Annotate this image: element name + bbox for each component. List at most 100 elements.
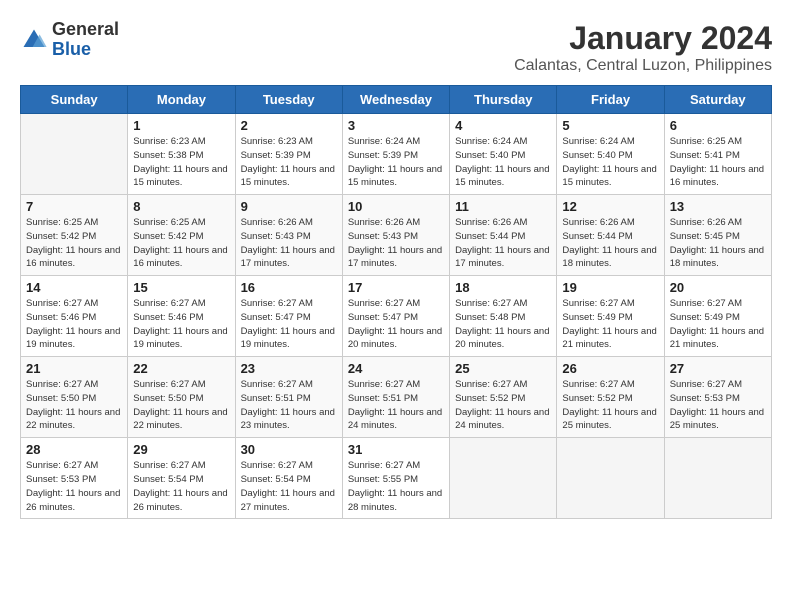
day-info: Sunrise: 6:26 AM Sunset: 5:45 PM Dayligh…	[670, 216, 766, 271]
day-info: Sunrise: 6:26 AM Sunset: 5:43 PM Dayligh…	[348, 216, 444, 271]
daylight-text: Daylight: 11 hours and 22 minutes.	[26, 407, 120, 432]
sunrise-text: Sunrise: 6:27 AM	[348, 379, 420, 390]
weekday-header: Thursday	[450, 86, 557, 114]
sunrise-text: Sunrise: 6:24 AM	[455, 136, 527, 147]
daylight-text: Daylight: 11 hours and 15 minutes.	[562, 164, 656, 189]
day-number: 29	[133, 442, 229, 457]
calendar-cell: 5 Sunrise: 6:24 AM Sunset: 5:40 PM Dayli…	[557, 114, 664, 195]
sunrise-text: Sunrise: 6:27 AM	[133, 460, 205, 471]
sunset-text: Sunset: 5:53 PM	[26, 474, 96, 485]
sunrise-text: Sunrise: 6:27 AM	[133, 379, 205, 390]
day-info: Sunrise: 6:27 AM Sunset: 5:47 PM Dayligh…	[241, 297, 337, 352]
day-number: 6	[670, 118, 766, 133]
calendar-cell: 24 Sunrise: 6:27 AM Sunset: 5:51 PM Dayl…	[342, 357, 449, 438]
day-number: 26	[562, 361, 658, 376]
day-info: Sunrise: 6:27 AM Sunset: 5:54 PM Dayligh…	[133, 459, 229, 514]
daylight-text: Daylight: 11 hours and 20 minutes.	[455, 326, 549, 351]
sunset-text: Sunset: 5:39 PM	[241, 150, 311, 161]
sunrise-text: Sunrise: 6:27 AM	[455, 379, 527, 390]
day-info: Sunrise: 6:27 AM Sunset: 5:53 PM Dayligh…	[670, 378, 766, 433]
calendar-cell: 10 Sunrise: 6:26 AM Sunset: 5:43 PM Dayl…	[342, 195, 449, 276]
day-info: Sunrise: 6:27 AM Sunset: 5:50 PM Dayligh…	[133, 378, 229, 433]
weekday-header: Wednesday	[342, 86, 449, 114]
sunset-text: Sunset: 5:49 PM	[562, 312, 632, 323]
weekday-header: Saturday	[664, 86, 771, 114]
day-info: Sunrise: 6:27 AM Sunset: 5:52 PM Dayligh…	[562, 378, 658, 433]
sunset-text: Sunset: 5:41 PM	[670, 150, 740, 161]
daylight-text: Daylight: 11 hours and 16 minutes.	[670, 164, 764, 189]
calendar-cell: 28 Sunrise: 6:27 AM Sunset: 5:53 PM Dayl…	[21, 438, 128, 519]
day-number: 23	[241, 361, 337, 376]
sunset-text: Sunset: 5:45 PM	[670, 231, 740, 242]
calendar-week-row: 1 Sunrise: 6:23 AM Sunset: 5:38 PM Dayli…	[21, 114, 772, 195]
sunrise-text: Sunrise: 6:27 AM	[455, 298, 527, 309]
logo-text: General Blue	[52, 20, 119, 60]
calendar-cell: 7 Sunrise: 6:25 AM Sunset: 5:42 PM Dayli…	[21, 195, 128, 276]
sunrise-text: Sunrise: 6:27 AM	[241, 460, 313, 471]
day-info: Sunrise: 6:25 AM Sunset: 5:42 PM Dayligh…	[133, 216, 229, 271]
calendar-cell: 31 Sunrise: 6:27 AM Sunset: 5:55 PM Dayl…	[342, 438, 449, 519]
sunrise-text: Sunrise: 6:23 AM	[133, 136, 205, 147]
daylight-text: Daylight: 11 hours and 15 minutes.	[455, 164, 549, 189]
day-info: Sunrise: 6:27 AM Sunset: 5:51 PM Dayligh…	[241, 378, 337, 433]
day-number: 17	[348, 280, 444, 295]
calendar-cell: 13 Sunrise: 6:26 AM Sunset: 5:45 PM Dayl…	[664, 195, 771, 276]
calendar-cell	[557, 438, 664, 519]
calendar-cell: 14 Sunrise: 6:27 AM Sunset: 5:46 PM Dayl…	[21, 276, 128, 357]
day-info: Sunrise: 6:26 AM Sunset: 5:44 PM Dayligh…	[562, 216, 658, 271]
day-info: Sunrise: 6:27 AM Sunset: 5:46 PM Dayligh…	[26, 297, 122, 352]
day-info: Sunrise: 6:27 AM Sunset: 5:53 PM Dayligh…	[26, 459, 122, 514]
sunset-text: Sunset: 5:52 PM	[562, 393, 632, 404]
calendar-cell: 20 Sunrise: 6:27 AM Sunset: 5:49 PM Dayl…	[664, 276, 771, 357]
daylight-text: Daylight: 11 hours and 18 minutes.	[670, 245, 764, 270]
calendar-cell: 23 Sunrise: 6:27 AM Sunset: 5:51 PM Dayl…	[235, 357, 342, 438]
day-info: Sunrise: 6:27 AM Sunset: 5:49 PM Dayligh…	[562, 297, 658, 352]
day-info: Sunrise: 6:26 AM Sunset: 5:44 PM Dayligh…	[455, 216, 551, 271]
calendar-cell: 16 Sunrise: 6:27 AM Sunset: 5:47 PM Dayl…	[235, 276, 342, 357]
daylight-text: Daylight: 11 hours and 22 minutes.	[133, 407, 227, 432]
day-number: 2	[241, 118, 337, 133]
calendar-cell: 19 Sunrise: 6:27 AM Sunset: 5:49 PM Dayl…	[557, 276, 664, 357]
weekday-header-row: SundayMondayTuesdayWednesdayThursdayFrid…	[21, 86, 772, 114]
day-number: 14	[26, 280, 122, 295]
logo-icon	[20, 26, 48, 54]
day-number: 8	[133, 199, 229, 214]
day-number: 30	[241, 442, 337, 457]
sunset-text: Sunset: 5:51 PM	[241, 393, 311, 404]
daylight-text: Daylight: 11 hours and 17 minutes.	[348, 245, 442, 270]
sunrise-text: Sunrise: 6:27 AM	[26, 379, 98, 390]
day-number: 5	[562, 118, 658, 133]
sunrise-text: Sunrise: 6:25 AM	[26, 217, 98, 228]
day-info: Sunrise: 6:27 AM Sunset: 5:55 PM Dayligh…	[348, 459, 444, 514]
calendar-week-row: 21 Sunrise: 6:27 AM Sunset: 5:50 PM Dayl…	[21, 357, 772, 438]
day-number: 7	[26, 199, 122, 214]
sunset-text: Sunset: 5:48 PM	[455, 312, 525, 323]
sunset-text: Sunset: 5:47 PM	[241, 312, 311, 323]
daylight-text: Daylight: 11 hours and 27 minutes.	[241, 488, 335, 513]
day-info: Sunrise: 6:23 AM Sunset: 5:38 PM Dayligh…	[133, 135, 229, 190]
sunset-text: Sunset: 5:44 PM	[562, 231, 632, 242]
weekday-header: Friday	[557, 86, 664, 114]
day-info: Sunrise: 6:25 AM Sunset: 5:42 PM Dayligh…	[26, 216, 122, 271]
daylight-text: Daylight: 11 hours and 23 minutes.	[241, 407, 335, 432]
day-info: Sunrise: 6:24 AM Sunset: 5:39 PM Dayligh…	[348, 135, 444, 190]
sunset-text: Sunset: 5:51 PM	[348, 393, 418, 404]
calendar-cell: 8 Sunrise: 6:25 AM Sunset: 5:42 PM Dayli…	[128, 195, 235, 276]
daylight-text: Daylight: 11 hours and 20 minutes.	[348, 326, 442, 351]
day-number: 25	[455, 361, 551, 376]
sunset-text: Sunset: 5:38 PM	[133, 150, 203, 161]
day-info: Sunrise: 6:27 AM Sunset: 5:47 PM Dayligh…	[348, 297, 444, 352]
daylight-text: Daylight: 11 hours and 17 minutes.	[241, 245, 335, 270]
weekday-header: Tuesday	[235, 86, 342, 114]
calendar-cell	[450, 438, 557, 519]
daylight-text: Daylight: 11 hours and 18 minutes.	[562, 245, 656, 270]
day-number: 11	[455, 199, 551, 214]
sunset-text: Sunset: 5:54 PM	[133, 474, 203, 485]
calendar-table: SundayMondayTuesdayWednesdayThursdayFrid…	[20, 85, 772, 519]
calendar-cell: 12 Sunrise: 6:26 AM Sunset: 5:44 PM Dayl…	[557, 195, 664, 276]
day-info: Sunrise: 6:27 AM Sunset: 5:51 PM Dayligh…	[348, 378, 444, 433]
sunset-text: Sunset: 5:47 PM	[348, 312, 418, 323]
daylight-text: Daylight: 11 hours and 25 minutes.	[670, 407, 764, 432]
calendar-cell: 4 Sunrise: 6:24 AM Sunset: 5:40 PM Dayli…	[450, 114, 557, 195]
weekday-header: Sunday	[21, 86, 128, 114]
